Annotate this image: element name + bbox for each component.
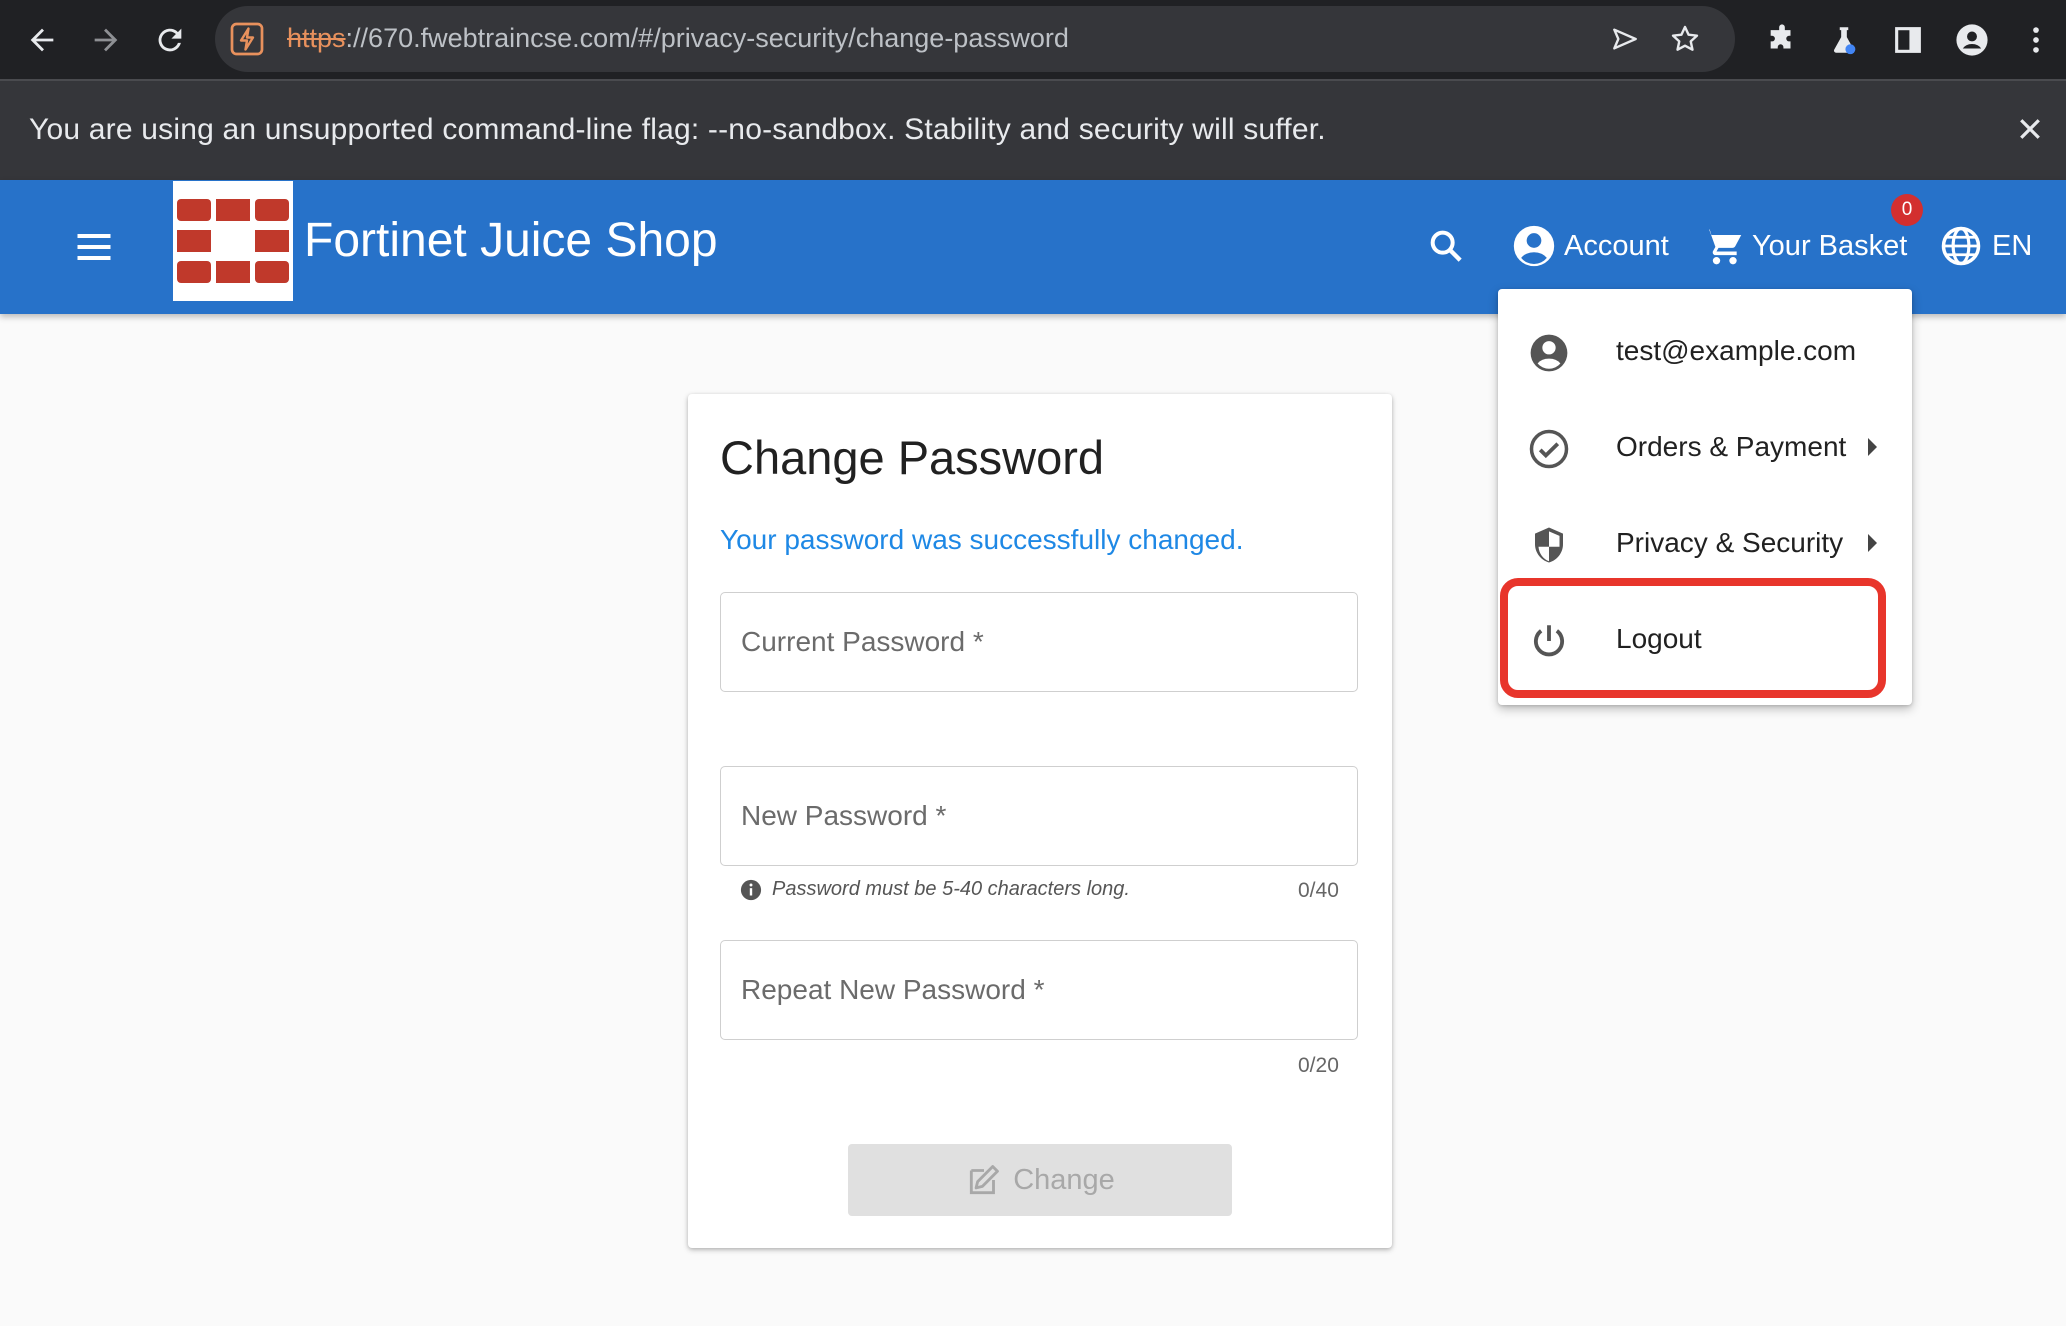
forward-button[interactable] (80, 14, 132, 66)
profile-button[interactable] (1950, 18, 1994, 62)
labs-button[interactable] (1822, 18, 1866, 62)
star-icon (1671, 25, 1699, 51)
new-password-counter: 0/40 (1298, 879, 1339, 902)
browser-menu-button[interactable] (2016, 18, 2056, 62)
infobar-close-button[interactable] (2008, 107, 2052, 151)
change-password-card: Change Password Your password was succes… (688, 394, 1392, 1248)
repeat-password-counter: 0/20 (1298, 1054, 1339, 1077)
url-scheme: https (287, 23, 346, 53)
browser-toolbar: https://670.fwebtraincse.com/#/privacy-s… (0, 0, 2066, 79)
infobar-message: You are using an unsupported command-lin… (29, 113, 1326, 146)
menu-item-privacy-label: Privacy & Security (1616, 527, 1844, 558)
account-circle-icon (1513, 225, 1555, 267)
submenu-arrow-icon (1868, 534, 1877, 552)
forward-arrow-icon (94, 28, 118, 52)
new-password-hint: Password must be 5-40 characters long. (740, 878, 1130, 901)
language-button[interactable]: EN (1940, 218, 2032, 274)
current-password-field[interactable] (720, 592, 1358, 692)
language-label: EN (1992, 229, 2033, 262)
send-icon (1613, 28, 1637, 50)
menu-item-privacy-security[interactable]: Privacy & Security (1498, 496, 1912, 592)
extensions-button[interactable] (1760, 18, 1804, 62)
basket-count-badge: 0 (1891, 194, 1923, 226)
address-bar[interactable]: https://670.fwebtraincse.com/#/privacy-s… (215, 6, 1735, 72)
repeat-password-input[interactable] (721, 941, 1357, 1039)
menu-item-email[interactable]: test@example.com (1498, 304, 1912, 400)
edit-icon (970, 1165, 1000, 1195)
send-to-devices-button[interactable] (1605, 19, 1645, 59)
back-button[interactable] (16, 14, 68, 66)
shield-icon (1535, 527, 1563, 563)
new-password-input[interactable] (721, 767, 1357, 865)
fortinet-logo-icon (177, 199, 289, 283)
side-panel-icon (1895, 27, 1921, 53)
account-menu: test@example.com Orders & Payment Privac… (1498, 289, 1912, 705)
account-button[interactable]: Account (1512, 218, 1669, 274)
url-path: ://670.fwebtraincse.com/#/privacy-securi… (345, 23, 1069, 53)
basket-button[interactable]: Your Basket (1700, 218, 1907, 274)
bookmark-button[interactable] (1665, 19, 1705, 59)
menu-item-logout-label: Logout (1616, 623, 1702, 654)
profile-avatar-icon (1956, 24, 1988, 56)
reload-button[interactable] (144, 14, 196, 66)
flask-icon (1833, 27, 1856, 55)
page-title: Change Password (720, 431, 1105, 484)
submenu-arrow-icon (1868, 438, 1877, 456)
account-circle-icon (1530, 334, 1568, 372)
not-secure-site-icon (230, 22, 264, 56)
power-icon (1533, 625, 1565, 657)
hamburger-menu-icon (77, 233, 111, 261)
info-icon (740, 879, 762, 900)
close-icon (2020, 119, 2040, 139)
app-title: Fortinet Juice Shop (304, 214, 718, 267)
current-password-input[interactable] (721, 593, 1357, 691)
change-button-label: Change (1013, 1163, 1115, 1196)
url-text: https://670.fwebtraincse.com/#/privacy-s… (287, 23, 1069, 54)
repeat-password-field[interactable] (720, 940, 1358, 1040)
sidenav-menu-button[interactable] (64, 217, 124, 277)
menu-item-logout[interactable]: Logout (1498, 592, 1912, 688)
back-arrow-icon (30, 28, 54, 52)
fortinet-logo[interactable] (173, 181, 293, 301)
kebab-menu-icon (2033, 27, 2039, 53)
new-password-field[interactable] (720, 766, 1358, 866)
search-icon (1430, 230, 1462, 262)
globe-icon (1941, 226, 1981, 266)
puzzle-icon (1770, 24, 1791, 49)
menu-item-email-label: test@example.com (1616, 335, 1857, 366)
success-message: Your password was successfully changed. (720, 524, 1244, 555)
shopping-cart-icon (1703, 229, 1742, 265)
search-button[interactable] (1420, 220, 1472, 272)
menu-item-orders-label: Orders & Payment (1616, 431, 1847, 462)
new-password-hint-text: Password must be 5-40 characters long. (772, 878, 1130, 900)
menu-item-orders-payment[interactable]: Orders & Payment (1498, 400, 1912, 496)
warning-infobar: You are using an unsupported command-lin… (0, 79, 2066, 181)
change-button[interactable]: Change (848, 1144, 1232, 1216)
side-panel-button[interactable] (1886, 18, 1930, 62)
reload-icon (158, 28, 182, 52)
basket-label: Your Basket (1752, 229, 1908, 262)
account-label: Account (1564, 229, 1669, 262)
check-circle-icon (1529, 429, 1569, 469)
